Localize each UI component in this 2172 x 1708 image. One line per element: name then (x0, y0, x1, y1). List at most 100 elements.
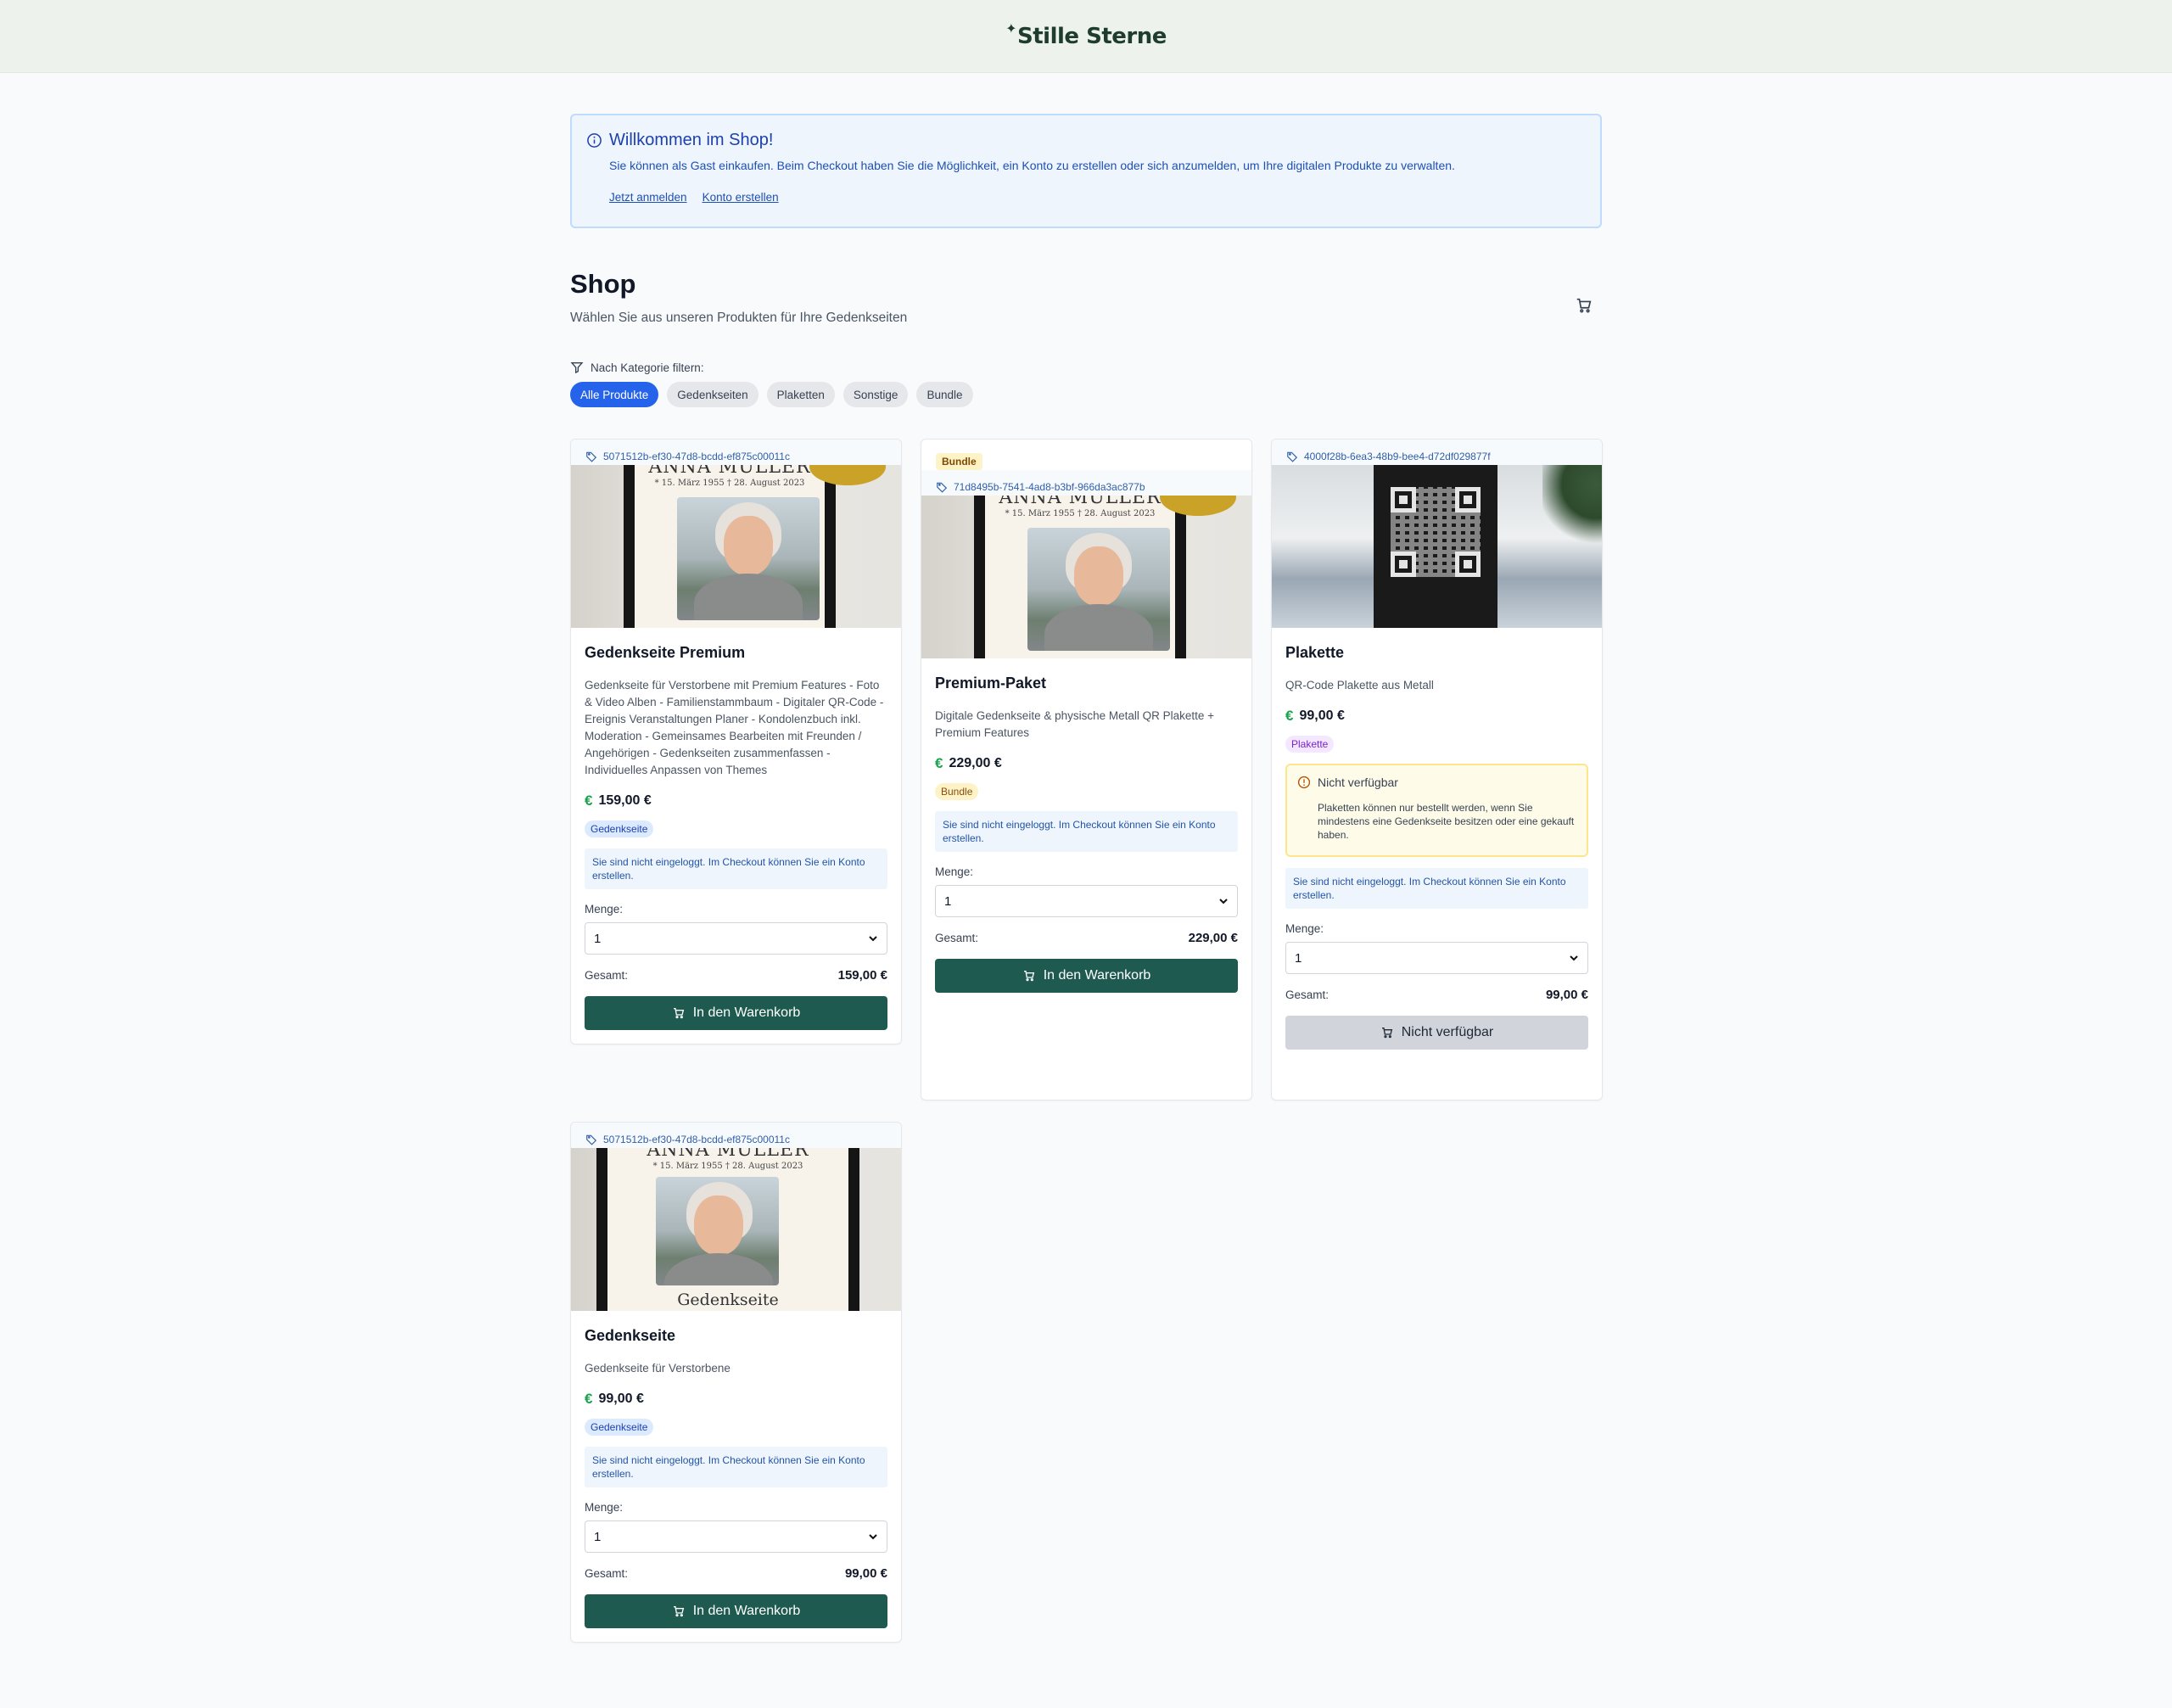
poster-title: ANNA MÜLLER (648, 465, 811, 478)
unavailable-warning: Nicht verfügbar Plaketten können nur bes… (1285, 764, 1588, 857)
add-to-cart-button[interactable]: In den Warenkorb (585, 1594, 887, 1628)
quantity-label: Menge: (935, 865, 974, 878)
product-sku: 5071512b-ef30-47d8-bcdd-ef875c00011c (603, 1134, 790, 1145)
product-name: Premium-Paket (935, 675, 1047, 692)
quantity-select[interactable]: 1 (585, 1520, 887, 1553)
total-value: 159,00 € (837, 968, 887, 983)
login-note: Sie sind nicht eingeloggt. Im Checkout k… (585, 1447, 887, 1487)
euro-icon: € (585, 792, 593, 809)
total-value: 229,00 € (1188, 931, 1238, 945)
price-row: € 229,00 € (935, 755, 1238, 772)
category-badge: Plakette (1285, 736, 1335, 753)
total-label: Gesamt: (935, 932, 979, 944)
product-card: 5071512b-ef30-47d8-bcdd-ef875c00011c ANN… (570, 1122, 902, 1643)
add-to-cart-button[interactable]: In den Warenkorb (935, 959, 1238, 993)
total-label: Gesamt: (585, 969, 629, 982)
cart-icon (673, 1008, 684, 1019)
sku-row: 5071512b-ef30-47d8-bcdd-ef875c00011c (571, 440, 901, 465)
portrait-photo (677, 497, 820, 620)
quantity-select[interactable]: 1 (935, 885, 1238, 917)
chip-bundle[interactable]: Bundle (916, 382, 973, 407)
total-label: Gesamt: (1285, 988, 1330, 1001)
product-name: Plakette (1285, 644, 1345, 661)
tag-icon (586, 451, 597, 462)
price-row: € 159,00 € (585, 792, 887, 809)
quantity-label: Menge: (1285, 922, 1324, 935)
product-image: ANNA MÜLLER * 15. März 1955 † 28. August… (921, 496, 1251, 658)
product-description: Digitale Gedenkseite & physische Metall … (935, 709, 1215, 739)
cart-icon (1023, 971, 1034, 982)
category-badge: Bundle (935, 783, 979, 800)
product-price: 99,00 € (598, 1392, 644, 1406)
chevron-down-icon (1570, 955, 1578, 961)
category-badge: Gedenkseite (585, 1419, 654, 1436)
quantity-select[interactable]: 1 (585, 922, 887, 955)
poster-footer: Gedenkseite (677, 1291, 779, 1309)
tag-icon (586, 1134, 597, 1145)
main-container: Willkommen im Shop! Sie können als Gast … (570, 114, 1602, 407)
product-image: ANNA MÜLLER * 15. März 1955 † 28. August… (571, 465, 901, 628)
poster-dates: * 15. März 1955 † 28. August 2023 (654, 479, 805, 488)
product-description: Gedenkseite für Verstorbene mit Premium … (585, 679, 884, 776)
product-price: 159,00 € (598, 793, 652, 808)
euro-icon: € (1285, 708, 1294, 724)
category-badge: Gedenkseite (585, 820, 654, 837)
sku-row: 71d8495b-7541-4ad8-b3bf-966da3ac877b (921, 470, 1251, 496)
product-description: Gedenkseite für Verstorbene (585, 1362, 731, 1375)
quantity-value: 1 (594, 931, 602, 946)
product-image: ANNA MÜLLER * 15. März 1955 † 28. August… (571, 1148, 901, 1311)
total-label: Gesamt: (585, 1567, 629, 1580)
total-row: Gesamt: 229,00 € (935, 931, 1238, 945)
product-name: Gedenkseite Premium (585, 644, 746, 661)
register-link[interactable]: Konto erstellen (703, 191, 779, 204)
unavailable-label: Nicht verfügbar (1401, 1025, 1494, 1039)
tag-icon (937, 482, 948, 493)
page-subtitle: Wählen Sie aus unseren Produkten für Ihr… (570, 311, 908, 325)
cart-icon (1381, 1028, 1392, 1039)
product-card: 4000f28b-6ea3-48b9-bee4-d72df029877f Pla… (1271, 439, 1603, 1100)
price-row: € 99,00 € (1285, 708, 1588, 725)
chip-plaketten[interactable]: Plaketten (766, 382, 835, 407)
total-row: Gesamt: 99,00 € (1285, 988, 1588, 1002)
warning-text: Plaketten können nur bestellt werden, we… (1318, 802, 1575, 841)
add-to-cart-button[interactable]: In den Warenkorb (585, 996, 887, 1030)
page-title: Shop (570, 269, 636, 299)
welcome-text: Sie können als Gast einkaufen. Beim Chec… (609, 159, 1455, 172)
poster-title: ANNA MÜLLER (999, 496, 1162, 508)
bundle-tag: Bundle (936, 453, 982, 470)
login-note: Sie sind nicht eingeloggt. Im Checkout k… (1285, 868, 1588, 909)
chip-alle-produkte[interactable]: Alle Produkte (570, 382, 659, 407)
top-header: ✦ Stille Sterne (0, 0, 2172, 73)
chip-sonstige[interactable]: Sonstige (842, 382, 909, 407)
login-note: Sie sind nicht eingeloggt. Im Checkout k… (585, 848, 887, 889)
filter-icon (570, 362, 584, 374)
brand-logo[interactable]: ✦ Stille Sterne (1005, 20, 1167, 49)
add-to-cart-label: In den Warenkorb (1043, 968, 1151, 983)
info-icon (587, 133, 602, 148)
chevron-down-icon (869, 936, 877, 942)
star-icon: ✦ (1005, 20, 1017, 36)
product-card: 5071512b-ef30-47d8-bcdd-ef875c00011c ANN… (570, 439, 902, 1044)
chip-gedenkseiten[interactable]: Gedenkseiten (667, 382, 759, 407)
euro-icon: € (585, 1391, 593, 1407)
brand-name: Stille Sterne (1017, 23, 1167, 49)
poster-dates: * 15. März 1955 † 28. August 2023 (1005, 509, 1156, 518)
add-to-cart-label: In den Warenkorb (692, 1005, 801, 1020)
poster-title: ANNA MÜLLER (647, 1148, 809, 1161)
poster-dates: * 15. März 1955 † 28. August 2023 (652, 1162, 803, 1171)
total-value: 99,00 € (844, 1566, 887, 1581)
cart-button[interactable] (1573, 294, 1595, 316)
alert-circle-icon (1297, 776, 1311, 789)
quantity-select[interactable]: 1 (1285, 942, 1588, 974)
login-link[interactable]: Jetzt anmelden (609, 191, 687, 204)
unavailable-button[interactable]: Nicht verfügbar (1285, 1016, 1588, 1050)
sku-row: 4000f28b-6ea3-48b9-bee4-d72df029877f (1272, 440, 1602, 465)
filter-label: Nach Kategorie filtern: (570, 361, 1602, 374)
product-image (1272, 465, 1602, 628)
welcome-title: Willkommen im Shop! (609, 131, 774, 149)
quantity-label: Menge: (585, 903, 624, 916)
welcome-banner: Willkommen im Shop! Sie können als Gast … (570, 114, 1602, 228)
quantity-label: Menge: (585, 1501, 624, 1514)
product-sku: 5071512b-ef30-47d8-bcdd-ef875c00011c (603, 451, 790, 462)
total-row: Gesamt: 99,00 € (585, 1566, 887, 1581)
